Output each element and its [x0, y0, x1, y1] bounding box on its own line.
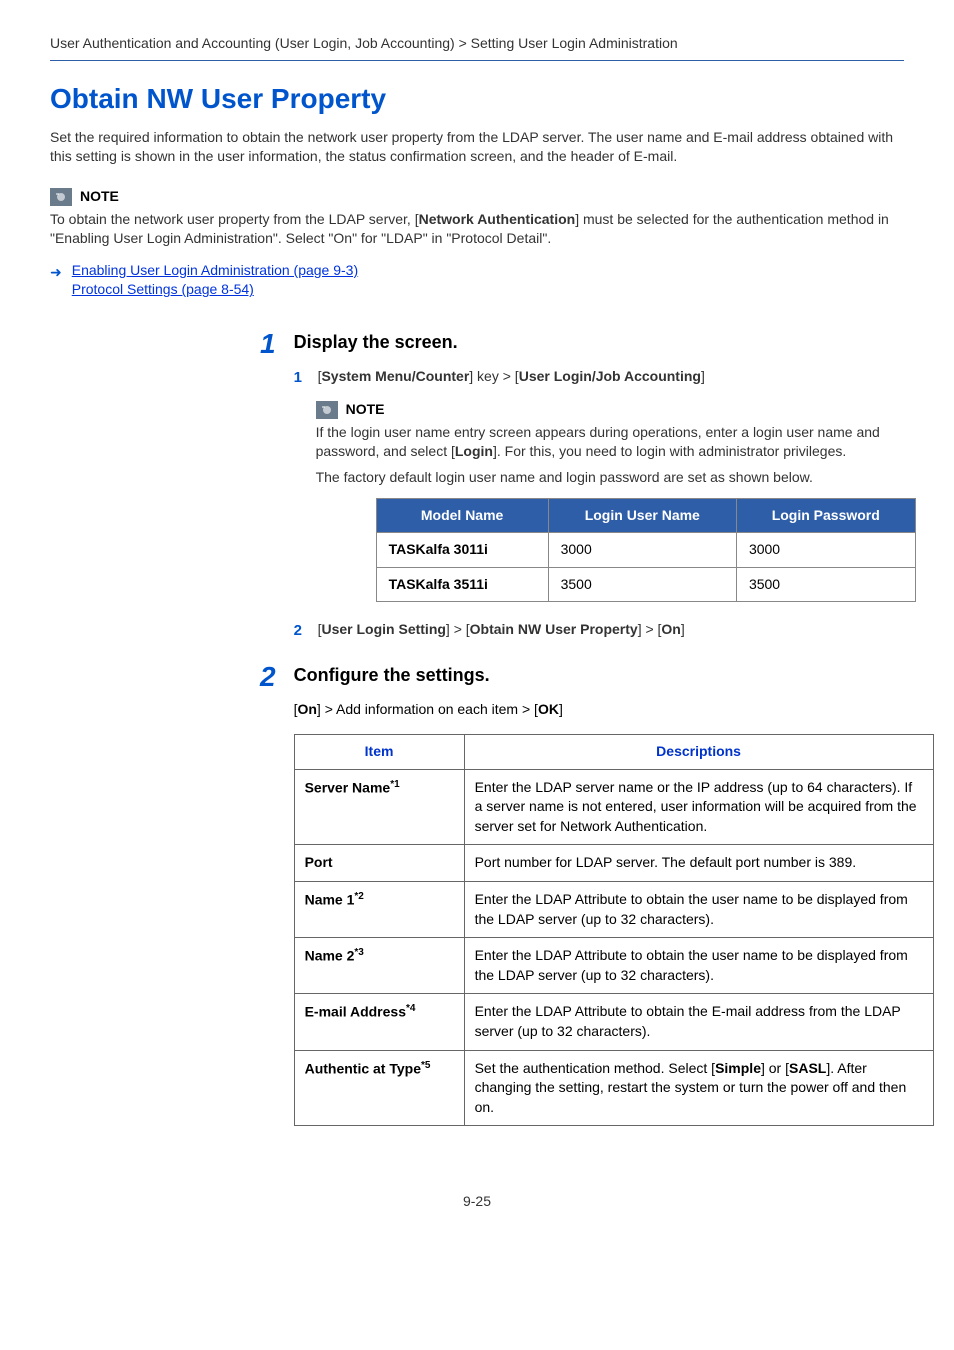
link-row: ➜ Enabling User Login Administration (pa… [50, 261, 904, 300]
divider [50, 60, 904, 61]
step2-title: Configure the settings. [294, 663, 934, 688]
link-protocol-settings[interactable]: Protocol Settings (page 8-54) [72, 280, 358, 300]
intro-paragraph: Set the required information to obtain t… [50, 128, 904, 167]
note-icon [50, 188, 72, 206]
table-row: TASKalfa 3511i 3500 3500 [376, 567, 915, 602]
page-number: 9-25 [50, 1192, 904, 1212]
note-label: NOTE [80, 187, 119, 207]
substep-1-num: 1 [294, 367, 308, 388]
breadcrumb: User Authentication and Accounting (User… [50, 34, 904, 54]
th-pass: Login Password [736, 498, 915, 533]
th-desc: Descriptions [464, 735, 933, 770]
substep-2-body: [User Login Setting] > [Obtain NW User P… [318, 620, 916, 641]
note-body-1: To obtain the network user property from… [50, 210, 904, 249]
step2-line: [On] > Add information on each item > [O… [294, 700, 934, 720]
th-model: Model Name [376, 498, 548, 533]
arrow-icon: ➜ [50, 263, 62, 283]
note2-body-1: If the login user name entry screen appe… [316, 423, 916, 462]
substep-2-num: 2 [294, 620, 308, 641]
note-icon [316, 401, 338, 419]
step-number-2: 2 [260, 663, 276, 1142]
table-row: E-mail Address*4 Enter the LDAP Attribut… [294, 994, 933, 1050]
table-row: Port Port number for LDAP server. The de… [294, 845, 933, 882]
th-item: Item [294, 735, 464, 770]
table-row: Name 1*2 Enter the LDAP Attribute to obt… [294, 882, 933, 938]
table-row: TASKalfa 3011i 3000 3000 [376, 533, 915, 568]
note-block-1: NOTE To obtain the network user property… [50, 187, 904, 249]
credentials-table: Model Name Login User Name Login Passwor… [376, 498, 916, 603]
link-enabling-ula[interactable]: Enabling User Login Administration (page… [72, 261, 358, 281]
step-number-1: 1 [260, 330, 276, 653]
step1-title: Display the screen. [294, 330, 916, 355]
th-user: Login User Name [548, 498, 736, 533]
table-row: Server Name*1 Enter the LDAP server name… [294, 769, 933, 845]
substep-1-body: [System Menu/Counter] key > [User Login/… [318, 367, 916, 388]
table-row: Authentic at Type*5 Set the authenticati… [294, 1050, 933, 1126]
page-title: Obtain NW User Property [50, 79, 904, 118]
note-label: NOTE [346, 400, 385, 420]
table-row: Name 2*3 Enter the LDAP Attribute to obt… [294, 938, 933, 994]
settings-table: Item Descriptions Server Name*1 Enter th… [294, 734, 934, 1126]
note2-body-2: The factory default login user name and … [316, 468, 916, 488]
